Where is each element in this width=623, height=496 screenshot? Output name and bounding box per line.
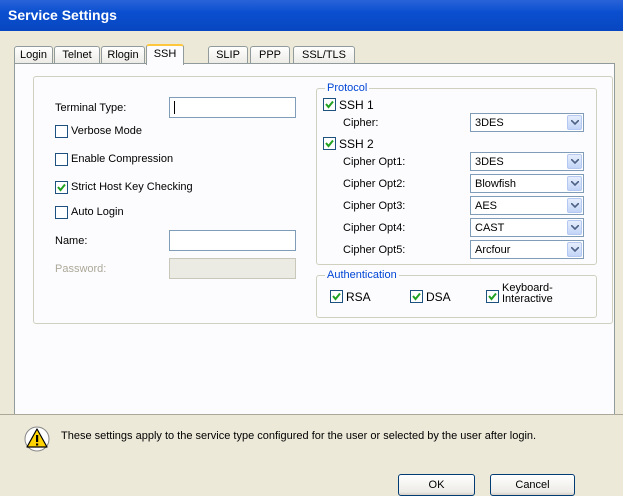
auto-login-label: Auto Login bbox=[71, 206, 124, 218]
cipher-opt4-label: Cipher Opt4: bbox=[343, 222, 406, 234]
protocol-legend: Protocol bbox=[325, 82, 370, 94]
enable-compression-label: Enable Compression bbox=[71, 153, 174, 165]
chevron-down-icon[interactable] bbox=[567, 176, 582, 191]
terminal-type-label: Terminal Type: bbox=[55, 102, 127, 114]
checkmark-icon bbox=[325, 100, 334, 109]
tab-ssl-tls[interactable]: SSL/TLS bbox=[293, 46, 355, 63]
cipher-opt1-value: 3DES bbox=[475, 156, 504, 168]
verbose-mode-label: Verbose Mode bbox=[71, 125, 142, 137]
ssh1-label: SSH 1 bbox=[339, 98, 374, 112]
title-bar[interactable]: Service Settings bbox=[0, 0, 623, 31]
cipher-opt4-value: CAST bbox=[475, 222, 505, 234]
authentication-legend: Authentication bbox=[325, 269, 399, 281]
auto-login-checkbox[interactable] bbox=[55, 206, 68, 219]
ssh-tab-panel: Terminal Type: Verbose Mode Enable Compr… bbox=[14, 63, 615, 415]
divider bbox=[0, 414, 623, 415]
tab-telnet[interactable]: Telnet bbox=[54, 46, 100, 63]
verbose-mode-checkbox[interactable] bbox=[55, 125, 68, 138]
ssh2-label: SSH 2 bbox=[339, 137, 374, 151]
password-input bbox=[169, 258, 296, 279]
terminal-type-input[interactable] bbox=[169, 97, 296, 118]
checkmark-icon bbox=[325, 139, 334, 148]
chevron-down-icon[interactable] bbox=[567, 115, 582, 130]
rsa-label: RSA bbox=[346, 290, 371, 304]
chevron-down-icon[interactable] bbox=[567, 154, 582, 169]
keyboard-interactive-checkbox[interactable] bbox=[486, 290, 499, 303]
text-caret bbox=[174, 101, 175, 114]
strict-host-key-checkbox[interactable] bbox=[55, 181, 68, 194]
cancel-button[interactable]: Cancel bbox=[490, 474, 575, 496]
cipher-opt2-value: Blowfish bbox=[475, 178, 516, 190]
chevron-down-icon[interactable] bbox=[567, 198, 582, 213]
cipher-opt3-label: Cipher Opt3: bbox=[343, 200, 406, 212]
info-message: These settings apply to the service type… bbox=[61, 430, 537, 442]
tab-slip[interactable]: SLIP bbox=[208, 46, 248, 63]
tab-ssh[interactable]: SSH bbox=[146, 44, 184, 65]
dsa-checkbox[interactable] bbox=[410, 290, 423, 303]
warning-icon bbox=[24, 426, 50, 452]
rsa-checkbox[interactable] bbox=[330, 290, 343, 303]
chevron-down-icon[interactable] bbox=[567, 220, 582, 235]
ssh1-checkbox[interactable] bbox=[323, 98, 336, 111]
name-label: Name: bbox=[55, 235, 88, 247]
checkmark-icon bbox=[488, 292, 497, 301]
tab-ppp[interactable]: PPP bbox=[250, 46, 290, 63]
cipher-opt2-select[interactable]: Blowfish bbox=[470, 174, 584, 193]
checkmark-icon bbox=[332, 292, 341, 301]
ok-button[interactable]: OK bbox=[398, 474, 475, 496]
cipher-select[interactable]: 3DES bbox=[470, 113, 584, 132]
cipher-value: 3DES bbox=[475, 117, 504, 129]
tab-rlogin[interactable]: Rlogin bbox=[101, 46, 145, 63]
enable-compression-checkbox[interactable] bbox=[55, 153, 68, 166]
cipher-opt5-select[interactable]: Arcfour bbox=[470, 240, 584, 259]
cipher-opt3-select[interactable]: AES bbox=[470, 196, 584, 215]
chevron-down-icon[interactable] bbox=[567, 242, 582, 257]
tab-login[interactable]: Login bbox=[14, 46, 53, 63]
keyboard-interactive-label: Keyboard- Interactive bbox=[502, 283, 553, 305]
cipher-opt1-label: Cipher Opt1: bbox=[343, 156, 406, 168]
strict-host-key-label: Strict Host Key Checking bbox=[71, 181, 193, 193]
checkmark-icon bbox=[412, 292, 421, 301]
password-label: Password: bbox=[55, 263, 107, 275]
cipher-opt2-label: Cipher Opt2: bbox=[343, 178, 406, 190]
cipher-opt5-value: Arcfour bbox=[475, 244, 511, 256]
ssh2-checkbox[interactable] bbox=[323, 137, 336, 150]
cipher-opt1-select[interactable]: 3DES bbox=[470, 152, 584, 171]
cipher-opt5-label: Cipher Opt5: bbox=[343, 244, 406, 256]
cipher-label: Cipher: bbox=[343, 117, 379, 129]
checkmark-icon bbox=[57, 183, 66, 192]
keyboard-interactive-line2: Interactive bbox=[502, 293, 553, 305]
cipher-opt3-value: AES bbox=[475, 200, 498, 212]
dsa-label: DSA bbox=[426, 290, 451, 304]
window-title: Service Settings bbox=[8, 7, 117, 23]
name-input[interactable] bbox=[169, 230, 296, 251]
cipher-opt4-select[interactable]: CAST bbox=[470, 218, 584, 237]
